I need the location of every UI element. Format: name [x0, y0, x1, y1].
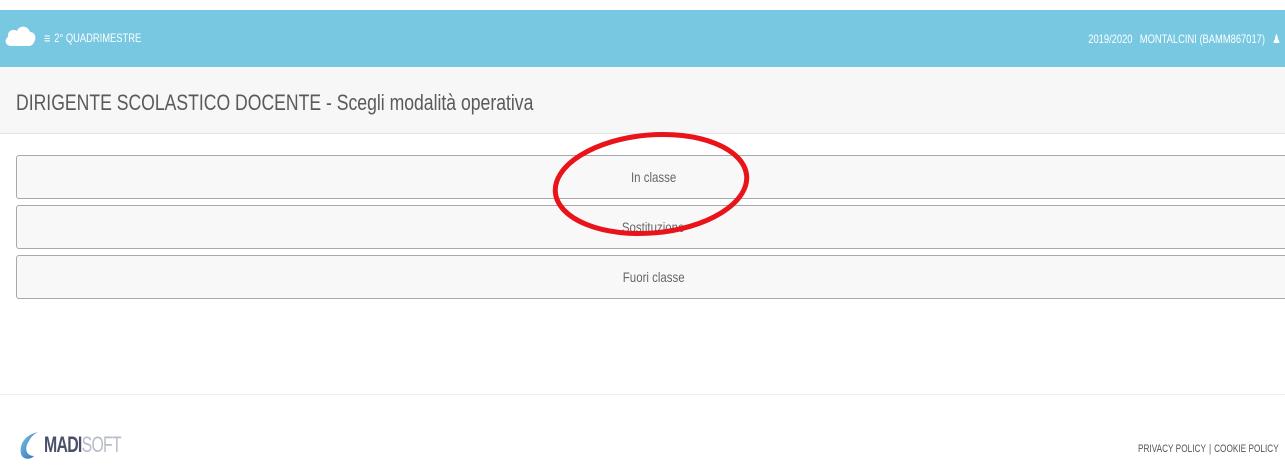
page-header: DIRIGENTE SCOLASTICO DOCENTE - Scegli mo…	[0, 67, 1285, 134]
school-year: 2019/2020	[1088, 32, 1133, 46]
hamburger-icon: ≡	[44, 30, 51, 46]
logo-light-text: SOFT	[81, 432, 122, 457]
logo-icon	[20, 432, 38, 459]
privacy-policy-link[interactable]: PRIVACY POLICY	[1138, 443, 1206, 455]
mode-fuori-classe-button[interactable]: Fuori classe	[16, 255, 1285, 299]
mode-label: In classe	[630, 169, 677, 185]
cookie-policy-link[interactable]: COOKIE POLICY	[1214, 443, 1279, 455]
page-title: DIRIGENTE SCOLASTICO DOCENTE - Scegli mo…	[16, 90, 534, 115]
period-label: 2° QUADRIMESTRE	[54, 31, 142, 45]
logo-bold-text: MADI	[44, 432, 82, 457]
footer-divider	[0, 394, 1285, 395]
school-name[interactable]: MONTALCINI (BAMM867017)	[1140, 32, 1265, 46]
mode-sostituzione-button[interactable]: Sostituzione	[16, 205, 1285, 249]
footer-links: PRIVACY POLICY | COOKIE POLICY	[1138, 443, 1279, 455]
cloud-icon[interactable]	[4, 22, 36, 48]
mode-in-classe-button[interactable]: In classe	[16, 155, 1285, 199]
madisoft-logo: MADISOFT	[18, 430, 151, 460]
mode-label: Fuori classe	[622, 269, 685, 285]
link-separator: |	[1209, 443, 1212, 455]
top-strip	[0, 0, 1285, 10]
session-info: 2019/2020 MONTALCINI (BAMM867017) ♟	[1084, 32, 1281, 46]
user-icon[interactable]: ♟	[1273, 32, 1281, 46]
logo-wordmark: MADISOFT	[44, 432, 122, 458]
mode-label: Sostituzione	[622, 219, 685, 235]
top-navbar: ≡ 2° QUADRIMESTRE 2019/2020 MONTALCINI (…	[0, 10, 1285, 67]
period-menu-button[interactable]: ≡ 2° QUADRIMESTRE	[44, 30, 141, 46]
